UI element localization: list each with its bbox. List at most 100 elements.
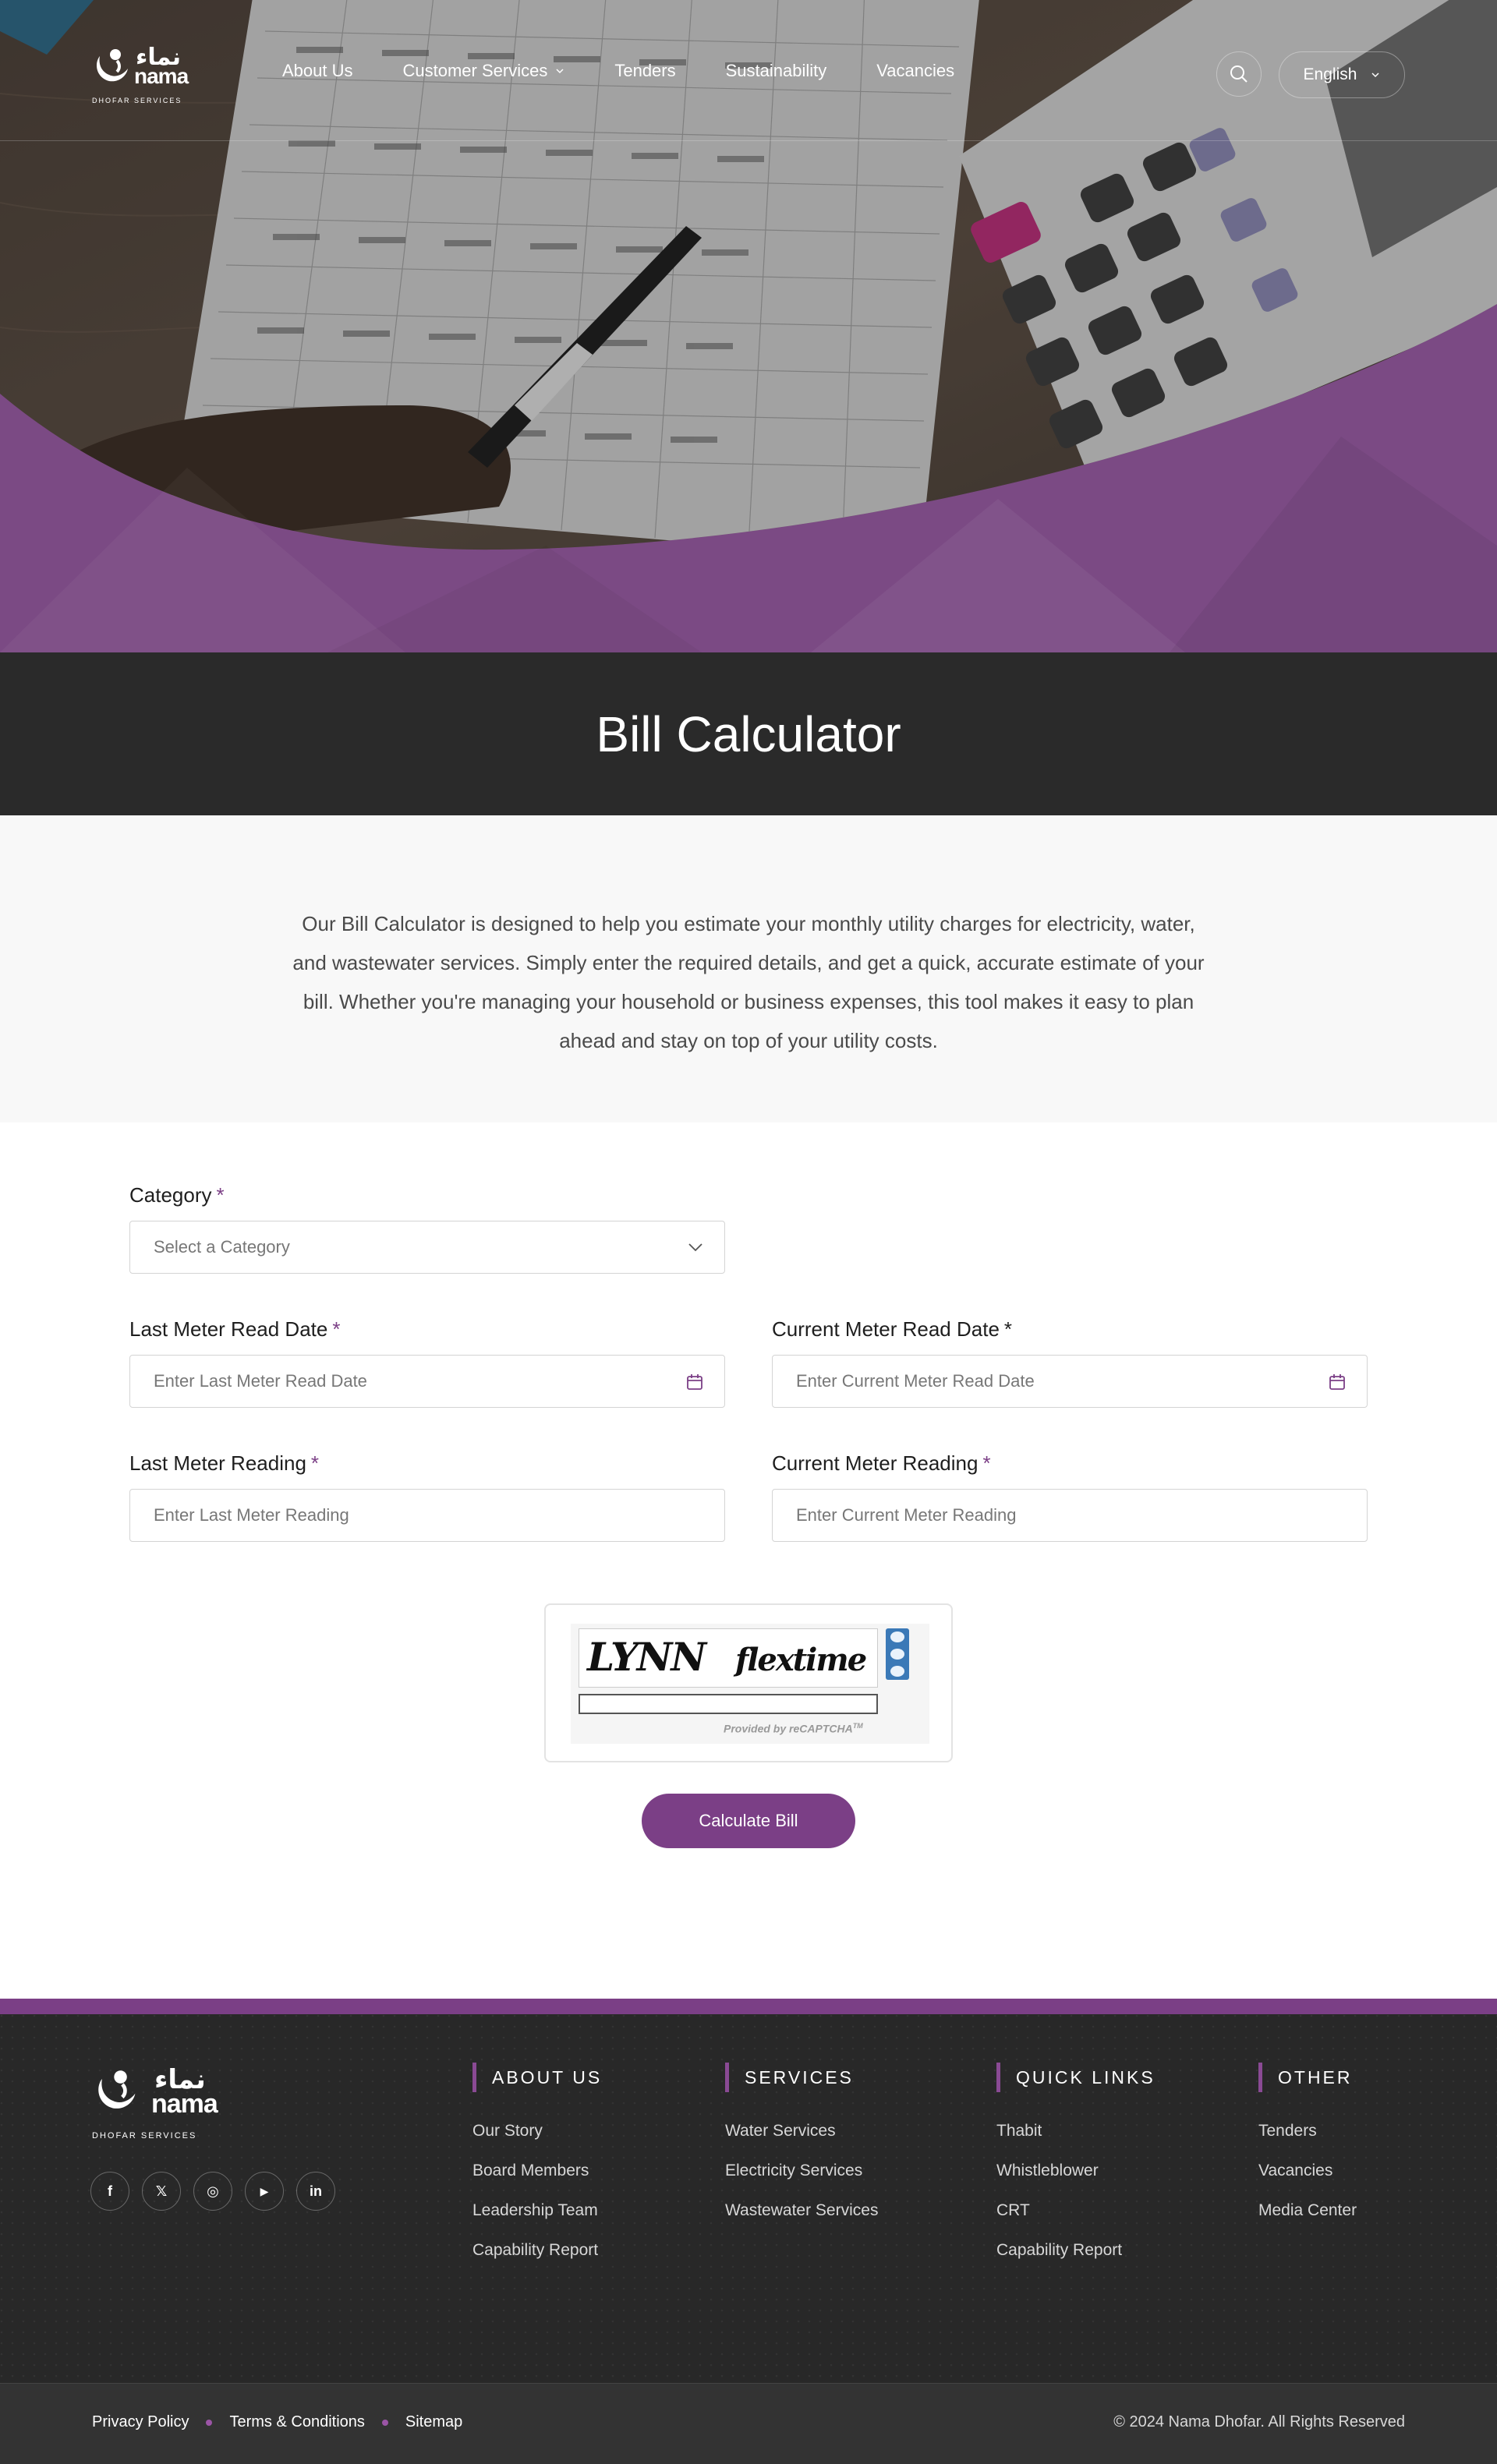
nav-tenders[interactable]: Tenders bbox=[614, 61, 675, 81]
page-title-band: Bill Calculator bbox=[0, 652, 1497, 815]
footer-link[interactable]: Board Members bbox=[472, 2151, 602, 2190]
logo-english-text: nama bbox=[134, 64, 189, 88]
category-label: Category * bbox=[129, 1183, 225, 1207]
nav-label: Tenders bbox=[614, 61, 676, 80]
footer-heading: OTHER bbox=[1258, 2063, 1357, 2092]
site-logo[interactable]: نماء nama DHOFAR SERVICES bbox=[92, 44, 193, 109]
captcha-word-2: flextime bbox=[735, 1642, 867, 1678]
language-label: English bbox=[1303, 65, 1357, 83]
nama-logo-icon bbox=[97, 49, 128, 82]
required-marker: * bbox=[216, 1183, 225, 1207]
recaptcha-box: LYNN flextime Provided by reCAPTCHATM bbox=[571, 1624, 929, 1744]
label-text: Last Meter Read Date bbox=[129, 1317, 328, 1341]
search-icon bbox=[1230, 65, 1248, 83]
social-links: f 𝕏 ◎ ▶ in bbox=[90, 2172, 335, 2211]
calendar-icon[interactable] bbox=[685, 1373, 704, 1391]
copyright-text: © 2024 Nama Dhofar. All Rights Reserved bbox=[1113, 2413, 1405, 2430]
required-marker: * bbox=[1003, 1317, 1013, 1341]
current-reading-placeholder: Enter Current Meter Reading bbox=[796, 1505, 1017, 1525]
chevron-down-icon bbox=[556, 69, 564, 74]
bill-calculator-form: Category * Select a Category Last Meter R… bbox=[0, 1122, 1497, 1999]
footer-link[interactable]: Our Story bbox=[472, 2111, 602, 2151]
nav-label: Sustainability bbox=[725, 61, 827, 80]
required-marker: * bbox=[310, 1451, 320, 1475]
captcha-controls bbox=[886, 1628, 909, 1680]
sitemap-link[interactable]: Sitemap bbox=[405, 2413, 462, 2431]
label-text: Last Meter Reading bbox=[129, 1451, 306, 1475]
current-reading-input[interactable]: Enter Current Meter Reading bbox=[772, 1489, 1368, 1542]
footer-link[interactable]: Media Center bbox=[1258, 2190, 1357, 2230]
legal-links: Privacy Policy Terms & Conditions Sitema… bbox=[92, 2413, 462, 2431]
footer-link[interactable]: Capability Report bbox=[472, 2230, 602, 2270]
footer-column-about: ABOUT US Our Story Board Members Leaders… bbox=[472, 2063, 602, 2270]
recaptcha-tm: TM bbox=[852, 1722, 863, 1730]
separator-dot bbox=[206, 2419, 213, 2426]
footer-accent-stripe bbox=[0, 1999, 1497, 2014]
footer-bottom-bar: Privacy Policy Terms & Conditions Sitema… bbox=[0, 2383, 1497, 2464]
nav-about-us[interactable]: About Us bbox=[282, 61, 353, 81]
footer-link[interactable]: Leadership Team bbox=[472, 2190, 602, 2230]
required-marker: * bbox=[332, 1317, 341, 1341]
category-placeholder: Select a Category bbox=[154, 1237, 290, 1257]
nav-customer-services[interactable]: Customer Services bbox=[403, 61, 565, 81]
nav-sustainability[interactable]: Sustainability bbox=[726, 61, 827, 81]
footer-heading: QUICK LINKS bbox=[996, 2063, 1155, 2092]
logo-subtitle: DHOFAR SERVICES bbox=[92, 2131, 197, 2141]
x-icon[interactable]: 𝕏 bbox=[142, 2172, 181, 2211]
current-read-date-placeholder: Enter Current Meter Read Date bbox=[796, 1371, 1035, 1391]
top-navigation: نماء nama DHOFAR SERVICES About Us Custo… bbox=[0, 0, 1497, 141]
main-nav: About Us Customer Services Tenders Susta… bbox=[282, 61, 1004, 81]
footer-link[interactable]: Capability Report bbox=[996, 2230, 1155, 2270]
required-marker: * bbox=[982, 1451, 991, 1475]
youtube-icon[interactable]: ▶ bbox=[245, 2172, 284, 2211]
footer-column-quick-links: QUICK LINKS Thabit Whistleblower CRT Cap… bbox=[996, 2063, 1155, 2270]
last-read-date-field[interactable]: Enter Last Meter Read Date bbox=[129, 1355, 725, 1408]
language-switcher[interactable]: English bbox=[1279, 51, 1405, 98]
label-text: Current Meter Read Date bbox=[772, 1317, 1000, 1341]
category-select[interactable]: Select a Category bbox=[129, 1221, 725, 1274]
logo-english-text: nama bbox=[151, 2089, 218, 2119]
footer-link[interactable]: Wastewater Services bbox=[725, 2190, 878, 2230]
search-button[interactable] bbox=[1216, 51, 1262, 97]
instagram-icon[interactable]: ◎ bbox=[193, 2172, 232, 2211]
last-reading-input[interactable]: Enter Last Meter Reading bbox=[129, 1489, 725, 1542]
footer-link[interactable]: Vacancies bbox=[1258, 2151, 1357, 2190]
footer-heading: ABOUT US bbox=[472, 2063, 602, 2092]
calendar-icon[interactable] bbox=[1328, 1373, 1347, 1391]
last-read-date-placeholder: Enter Last Meter Read Date bbox=[154, 1371, 367, 1391]
linkedin-icon[interactable]: in bbox=[296, 2172, 335, 2211]
current-reading-label: Current Meter Reading * bbox=[772, 1451, 991, 1476]
captcha-widget: LYNN flextime Provided by reCAPTCHATM bbox=[544, 1603, 953, 1762]
chevron-down-icon bbox=[688, 1243, 702, 1252]
footer-logo[interactable]: نماء nama DHOFAR SERVICES bbox=[92, 2064, 225, 2142]
terms-link[interactable]: Terms & Conditions bbox=[229, 2413, 364, 2431]
footer-link[interactable]: Water Services bbox=[725, 2111, 878, 2151]
label-text: Category bbox=[129, 1183, 212, 1207]
site-footer: نماء nama DHOFAR SERVICES f 𝕏 ◎ ▶ in ABO… bbox=[0, 2014, 1497, 2383]
nav-vacancies[interactable]: Vacancies bbox=[876, 61, 954, 81]
footer-link[interactable]: Thabit bbox=[996, 2111, 1155, 2151]
current-read-date-field[interactable]: Enter Current Meter Read Date bbox=[772, 1355, 1368, 1408]
nav-label: Customer Services bbox=[402, 61, 548, 80]
audio-icon[interactable] bbox=[890, 1649, 904, 1660]
footer-link[interactable]: Tenders bbox=[1258, 2111, 1357, 2151]
label-text: Current Meter Reading bbox=[772, 1451, 979, 1475]
nama-logo-icon bbox=[98, 2070, 136, 2109]
footer-link[interactable]: Whistleblower bbox=[996, 2151, 1155, 2190]
intro-section: Our Bill Calculator is designed to help … bbox=[0, 815, 1497, 1122]
intro-text: Our Bill Calculator is designed to help … bbox=[292, 912, 1205, 1052]
footer-link[interactable]: CRT bbox=[996, 2190, 1155, 2230]
footer-link[interactable]: Electricity Services bbox=[725, 2151, 878, 2190]
privacy-policy-link[interactable]: Privacy Policy bbox=[92, 2413, 189, 2431]
current-read-date-label: Current Meter Read Date * bbox=[772, 1317, 1012, 1342]
logo-subtitle: DHOFAR SERVICES bbox=[92, 97, 182, 104]
calculate-bill-button[interactable]: Calculate Bill bbox=[642, 1794, 855, 1848]
help-icon[interactable] bbox=[890, 1666, 904, 1677]
footer-column-other: OTHER Tenders Vacancies Media Center bbox=[1258, 2063, 1357, 2230]
nav-label: About Us bbox=[282, 61, 353, 80]
captcha-response-input[interactable] bbox=[579, 1694, 878, 1714]
footer-heading: SERVICES bbox=[725, 2063, 878, 2092]
facebook-icon[interactable]: f bbox=[90, 2172, 129, 2211]
refresh-icon[interactable] bbox=[890, 1631, 904, 1642]
separator-dot bbox=[381, 2419, 388, 2426]
